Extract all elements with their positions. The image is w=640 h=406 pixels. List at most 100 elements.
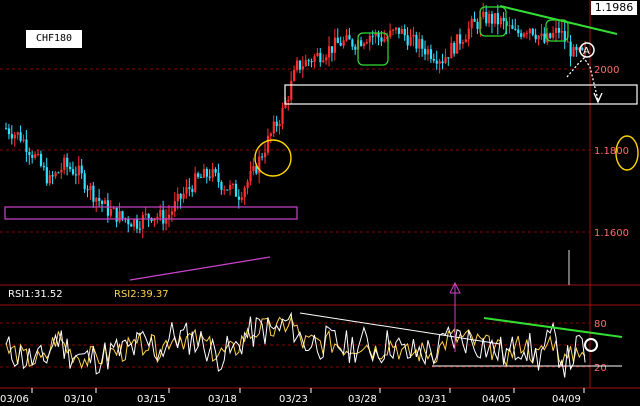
candle-body xyxy=(22,139,25,141)
resistance-box xyxy=(284,84,638,105)
candle-body xyxy=(435,60,438,64)
candle-body xyxy=(220,181,223,190)
candle-body xyxy=(566,41,569,43)
date-tick-label: 03/18 xyxy=(208,394,237,405)
candle-body xyxy=(103,200,107,205)
candle-body xyxy=(319,52,322,63)
candle-body xyxy=(432,58,435,61)
candle-body xyxy=(176,193,179,202)
candle-body xyxy=(80,165,83,174)
candle-body xyxy=(447,57,450,59)
candle-body xyxy=(211,169,214,178)
candle-body xyxy=(330,46,334,53)
candle-body xyxy=(63,157,66,170)
candle-body xyxy=(74,174,78,176)
candle-body xyxy=(208,176,211,178)
candle-body xyxy=(202,169,206,178)
candle-body xyxy=(389,30,392,37)
candle-body xyxy=(549,33,552,38)
candle-body xyxy=(354,46,357,50)
candle-body xyxy=(287,99,290,102)
candle-body xyxy=(156,216,159,219)
candle-body xyxy=(101,200,104,205)
candle-body xyxy=(325,57,328,61)
candle-body xyxy=(496,13,499,25)
candle-body xyxy=(383,39,386,42)
candle-body xyxy=(13,134,16,139)
candle-body xyxy=(66,157,69,167)
candle-body xyxy=(231,183,235,185)
candle-body xyxy=(83,173,86,190)
candle-body xyxy=(182,193,185,199)
date-tick-label: 03/06 xyxy=(0,394,29,405)
candle-body xyxy=(226,189,229,191)
candle-body xyxy=(348,35,351,40)
candle-body xyxy=(217,172,220,182)
candle-body xyxy=(188,187,191,189)
candle-body xyxy=(490,13,494,24)
candle-body xyxy=(290,80,293,100)
price-chart[interactable]: 2000 1.1800 1.1600 80 20 03/06 03/10 03/15 03/18… xyxy=(0,0,640,406)
rising-trendline xyxy=(129,256,271,281)
pattern-marker-a-letter: A xyxy=(583,46,590,57)
candle-body xyxy=(135,219,139,229)
candle-body xyxy=(28,152,31,155)
candle-body xyxy=(234,183,238,197)
candle-body xyxy=(31,154,34,158)
candle-body xyxy=(293,70,296,81)
candle-body xyxy=(141,215,144,229)
date-tick-label: 03/28 xyxy=(348,394,377,405)
candle-body xyxy=(147,213,150,219)
candle-body xyxy=(307,60,310,62)
candle-body xyxy=(429,49,433,59)
candle-body xyxy=(421,39,424,49)
date-tick-label: 04/05 xyxy=(482,394,511,405)
candle-body xyxy=(115,207,118,222)
candle-body xyxy=(368,35,371,43)
candle-body xyxy=(109,209,112,216)
candle-body xyxy=(54,172,57,177)
candle-body xyxy=(45,167,48,184)
candle-body xyxy=(470,18,473,29)
candle-body xyxy=(5,128,8,130)
candle-body xyxy=(493,13,497,24)
candle-body xyxy=(342,40,345,46)
candle-body xyxy=(194,173,197,193)
candle-body xyxy=(502,17,505,22)
candle-body xyxy=(456,34,459,54)
candle-body xyxy=(476,21,479,29)
candle-body xyxy=(19,132,22,141)
candle-body xyxy=(167,214,171,219)
candle-body xyxy=(77,165,80,176)
date-tick-label: 03/23 xyxy=(279,394,308,405)
candle-body xyxy=(57,172,60,174)
candle-body xyxy=(298,60,302,70)
candle-body xyxy=(272,121,275,134)
candle-body xyxy=(281,107,284,124)
candle-body xyxy=(412,34,415,37)
candle-body xyxy=(159,209,162,217)
candle-body xyxy=(458,34,462,44)
candle-body xyxy=(223,189,226,191)
candle-body xyxy=(528,28,531,34)
candle-body xyxy=(7,128,11,135)
rsi2-label: RSI2:39.37 xyxy=(114,289,169,300)
date-tick-label: 03/15 xyxy=(137,394,166,405)
candle-body xyxy=(336,37,339,43)
candle-body xyxy=(362,43,366,46)
candle-body xyxy=(214,169,217,173)
projection-arrowhead xyxy=(593,92,603,104)
candle-body xyxy=(42,165,46,168)
candle-body xyxy=(316,52,319,57)
candle-body xyxy=(98,197,101,201)
candle-body xyxy=(121,211,124,219)
candle-body xyxy=(464,39,467,43)
candle-body xyxy=(560,31,564,33)
candle-body xyxy=(269,133,273,136)
chart-window: 2000 1.1800 1.1600 80 20 03/06 03/10 03/15 03/18… xyxy=(0,0,640,406)
candle-body xyxy=(112,207,115,210)
candle-body xyxy=(554,27,558,33)
price-tick-label: 1.1800 xyxy=(594,146,629,157)
price-tick-label: 2000 xyxy=(594,65,619,76)
candle-body xyxy=(34,154,37,158)
